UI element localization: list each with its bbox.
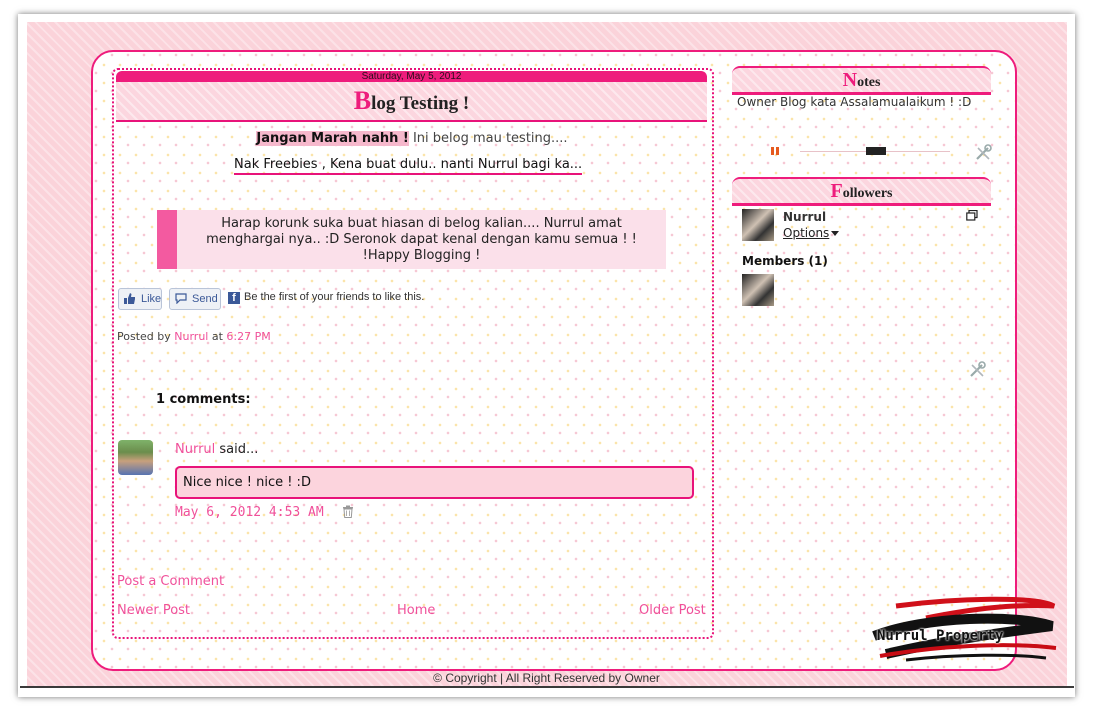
home-link[interactable]: Home: [397, 603, 435, 618]
followers-widget-title: Followers: [732, 177, 991, 206]
commenter-avatar: [118, 440, 153, 475]
notes-text: Owner Blog kata Assalamualaikum ! :D: [737, 95, 972, 109]
posted-by-label: Posted by: [117, 330, 171, 343]
follower-options-link[interactable]: Options: [783, 226, 829, 240]
post-card: [112, 68, 714, 639]
bottom-divider: [20, 686, 1074, 688]
post-date: Saturday, May 5, 2012: [116, 71, 707, 82]
comments-heading: 1 comments:: [156, 392, 251, 407]
comment-author-link[interactable]: Nurrul: [175, 442, 215, 457]
post-title-band: Blog Testing !: [116, 82, 707, 122]
post-author-link[interactable]: Nurrul: [174, 330, 208, 343]
pause-icon[interactable]: [770, 146, 780, 156]
send-label: Send: [192, 293, 218, 305]
notes-title-initial: N: [842, 69, 858, 91]
at-label: at: [211, 330, 223, 343]
thumbs-up-icon: [124, 293, 135, 304]
facebook-send-button[interactable]: Send: [169, 288, 221, 310]
comment-date-link[interactable]: May 6, 2012 4:53 AM: [175, 505, 324, 520]
expand-icon[interactable]: [966, 210, 978, 221]
post-intro: Jangan Marah nahh ! Ini belog mau testin…: [118, 131, 706, 146]
trash-icon[interactable]: [342, 505, 354, 518]
members-count: Members (1): [742, 254, 828, 268]
tools-icon[interactable]: [974, 144, 992, 162]
post-footer: Posted by Nurrul at 6:27 PM: [117, 330, 271, 343]
tools-icon[interactable]: [968, 361, 986, 379]
followers-title-rest: ollowers: [842, 186, 893, 201]
facebook-icon: f: [228, 292, 240, 304]
older-post-link[interactable]: Older Post: [639, 603, 706, 618]
quote-line: Harap korunk suka buat hiasan di belog k…: [221, 216, 622, 231]
watermark-text: Nurrul Property: [877, 628, 1004, 644]
music-player: [770, 146, 952, 156]
dropdown-caret-icon[interactable]: [831, 231, 839, 236]
post-title-initial: B: [353, 86, 372, 115]
said-label: said...: [215, 442, 259, 457]
facebook-like-button[interactable]: Like: [118, 288, 162, 310]
notes-widget-title: Notes: [732, 66, 991, 95]
player-slider-thumb[interactable]: [866, 147, 886, 155]
newer-post-link[interactable]: Newer Post: [117, 603, 190, 618]
followers-title-initial: F: [830, 180, 843, 202]
member-avatar[interactable]: [742, 274, 774, 306]
post-blockquote: Harap korunk suka buat hiasan di belog k…: [157, 210, 666, 269]
comment-body: Nice nice ! nice ! :D: [175, 466, 694, 499]
intro-text: Ini belog mau testing....: [408, 131, 568, 146]
copyright-footer: © Copyright | All Right Reserved by Owne…: [433, 671, 660, 685]
follower-avatar[interactable]: [742, 209, 774, 241]
freebies-text: Nak Freebies , Kena buat dulu.. nanti Nu…: [234, 157, 583, 175]
quote-line: !Happy Blogging !: [362, 248, 481, 263]
facebook-social-text: Be the first of your friends to like thi…: [244, 291, 425, 303]
post-comment-link[interactable]: Post a Comment: [117, 574, 224, 589]
speech-bubble-icon: [175, 293, 187, 304]
post-time-link[interactable]: 6:27 PM: [226, 330, 270, 343]
follower-name: Nurrul: [783, 210, 827, 224]
post-title[interactable]: Blog Testing !: [354, 86, 470, 115]
like-label: Like: [141, 293, 162, 305]
comment-author-line: Nurrul said...: [175, 442, 258, 457]
quote-line: menghargai nya.. :D Seronok dapat kenal …: [206, 232, 637, 247]
intro-bold: Jangan Marah nahh !: [256, 131, 409, 146]
notes-title-rest: otes: [857, 75, 881, 90]
post-title-rest: log Testing !: [371, 93, 470, 114]
